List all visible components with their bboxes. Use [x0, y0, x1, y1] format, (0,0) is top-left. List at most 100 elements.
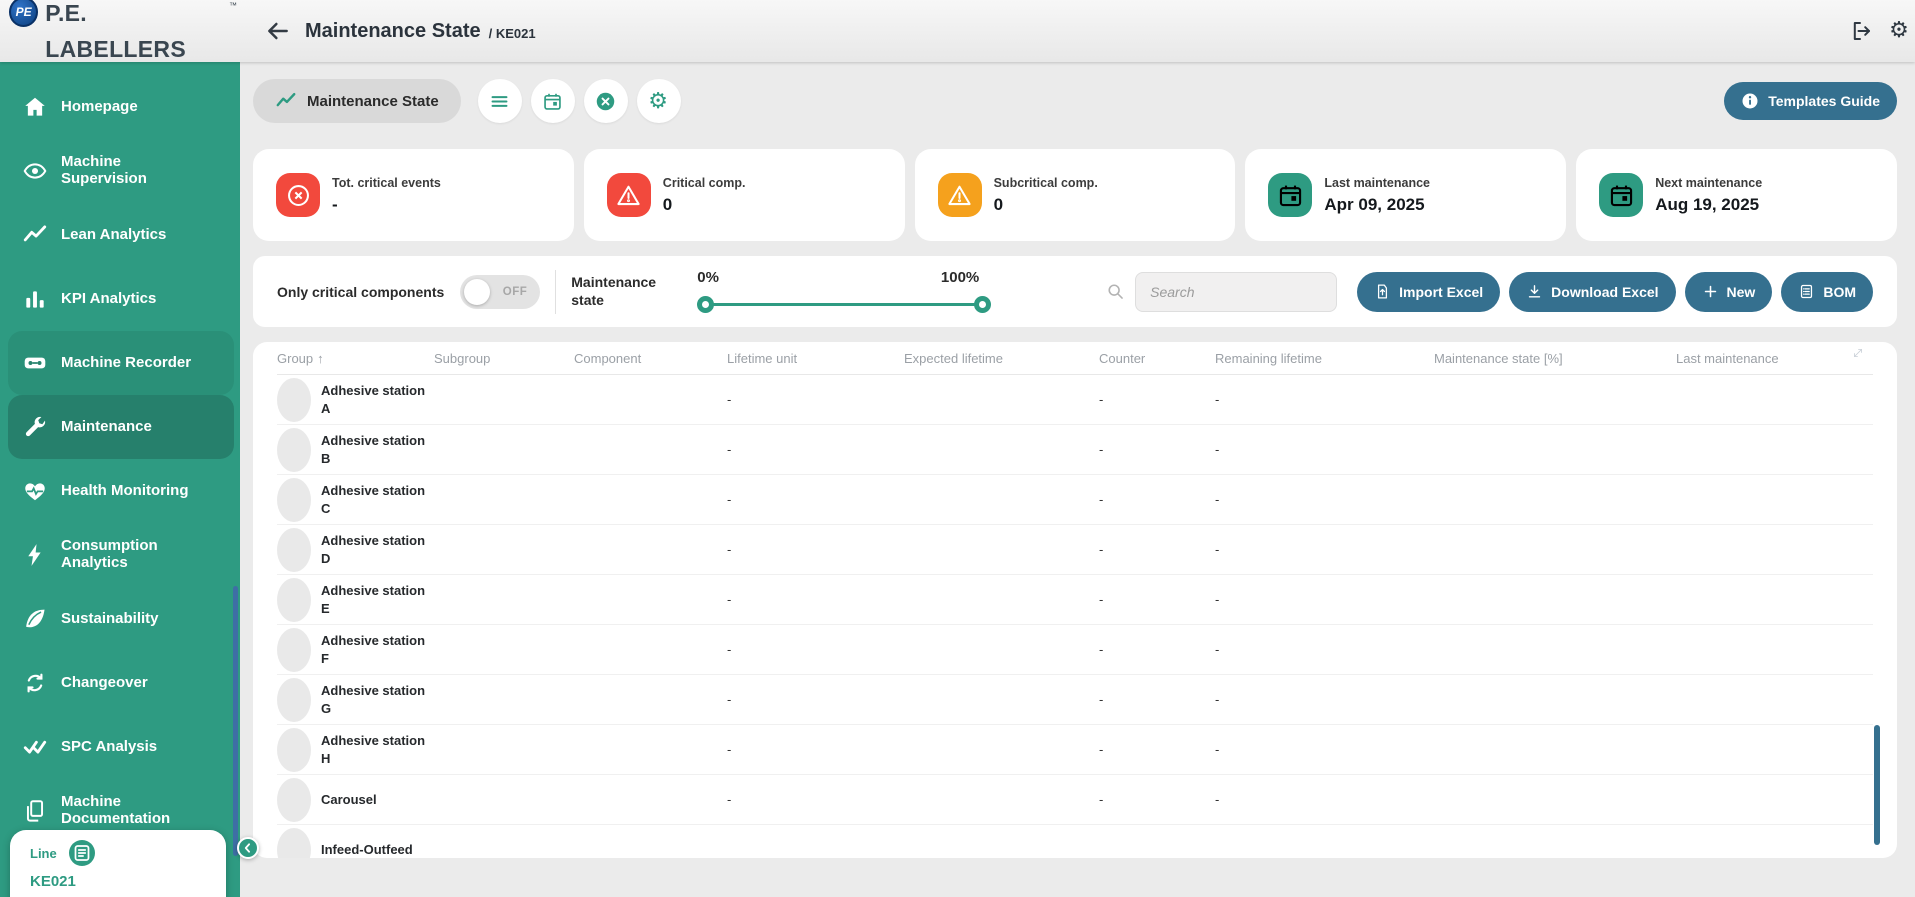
sidebar-item-consumption-analytics[interactable]: Consumption Analytics: [8, 523, 234, 587]
close-circle-icon-button[interactable]: [584, 79, 628, 123]
tab-label: Maintenance State: [307, 93, 439, 110]
tab-maintenance-state[interactable]: Maintenance State: [253, 79, 461, 123]
gear-icon[interactable]: ⚙: [1887, 19, 1911, 43]
cell-counter: -: [1099, 792, 1215, 807]
critical-toggle[interactable]: OFF: [460, 275, 540, 309]
chevron-down-icon[interactable]: [277, 628, 311, 672]
menu-icon-button[interactable]: [478, 79, 522, 123]
sidebar-item-homepage[interactable]: Homepage: [8, 75, 234, 139]
chevron-down-icon[interactable]: [277, 828, 311, 859]
slider-handle-max[interactable]: [974, 296, 991, 313]
sidebar-item-spc-analysis[interactable]: SPC Analysis: [8, 715, 234, 779]
table-row-infeed-outfeed[interactable]: Infeed-Outfeed: [277, 825, 1873, 858]
table-row-adhesive-station-a[interactable]: Adhesive station A - - -: [277, 375, 1873, 425]
table-row-carousel[interactable]: Carousel - - -: [277, 775, 1873, 825]
templates-guide-button[interactable]: Templates Guide: [1724, 82, 1897, 120]
table-row-adhesive-station-e[interactable]: Adhesive station E - - -: [277, 575, 1873, 625]
chevron-down-icon[interactable]: [277, 428, 311, 472]
sidebar-item-machine-recorder[interactable]: Machine Recorder: [8, 331, 234, 395]
sidebar-nav: Homepage Machine Supervision Lean Analyt…: [0, 75, 240, 843]
sidebar-collapse-button[interactable]: [237, 837, 259, 859]
sidebar-scrollbar[interactable]: [233, 586, 238, 856]
slider-min-label: 0%: [697, 269, 719, 286]
trend-icon: [275, 90, 297, 112]
column-header-counter[interactable]: Counter: [1099, 351, 1215, 366]
leaf-icon: [22, 606, 48, 632]
critical-filter-label: Only critical components: [277, 284, 444, 300]
slider-label: Maintenance state: [571, 274, 663, 309]
line-value: KE021: [30, 873, 226, 890]
table-scrollbar[interactable]: [1874, 725, 1880, 845]
table-row-adhesive-station-g[interactable]: Adhesive station G - - -: [277, 675, 1873, 725]
logo-text: P.E. LABELLERS: [45, 0, 229, 67]
stat-label: Subcritical comp.: [994, 176, 1098, 190]
stat-card-critical-comp-: Critical comp. 0: [584, 149, 905, 241]
import-excel-button[interactable]: Import Excel: [1357, 272, 1500, 312]
sidebar-item-sustainability[interactable]: Sustainability: [8, 587, 234, 651]
sidebar-item-changeover[interactable]: Changeover: [8, 651, 234, 715]
sidebar-item-machine-supervision[interactable]: Machine Supervision: [8, 139, 234, 203]
column-header-subgroup[interactable]: Subgroup: [434, 351, 574, 366]
column-header-last-maintenance[interactable]: Last maintenance: [1676, 351, 1873, 366]
chevron-down-icon[interactable]: [277, 528, 311, 572]
calendar-icon-button[interactable]: [531, 79, 575, 123]
group-name: Adhesive station C: [321, 482, 431, 517]
resize-corner-icon[interactable]: [1852, 347, 1864, 359]
search-input[interactable]: [1135, 272, 1337, 312]
cell-remaining-lifetime: -: [1215, 542, 1434, 557]
table-row-adhesive-station-f[interactable]: Adhesive station F - - -: [277, 625, 1873, 675]
cell-counter: -: [1099, 742, 1215, 757]
cell-counter: -: [1099, 642, 1215, 657]
top-bar: PE P.E. LABELLERS ™ Maintenance State / …: [0, 0, 1915, 62]
recorder-icon: [22, 350, 48, 376]
back-arrow-icon[interactable]: [265, 18, 291, 44]
cell-remaining-lifetime: -: [1215, 742, 1434, 757]
group-name: Infeed-Outfeed: [321, 841, 431, 858]
bom-button[interactable]: BOM: [1781, 272, 1873, 312]
table-row-adhesive-station-b[interactable]: Adhesive station B - - -: [277, 425, 1873, 475]
sidebar-item-lean-analytics[interactable]: Lean Analytics: [8, 203, 234, 267]
column-header-expected-lifetime[interactable]: Expected lifetime: [904, 351, 1099, 366]
sidebar-item-health-monitoring[interactable]: Health Monitoring: [8, 459, 234, 523]
column-header-remaining-lifetime[interactable]: Remaining lifetime: [1215, 351, 1434, 366]
slider-handle-min[interactable]: [697, 296, 714, 313]
logout-icon[interactable]: [1850, 19, 1874, 43]
column-header-lifetime-unit[interactable]: Lifetime unit: [727, 351, 904, 366]
line-selector-card[interactable]: Line KE021: [10, 830, 226, 897]
column-header-maintenance-state-[interactable]: Maintenance state [%]: [1434, 351, 1676, 366]
new-button[interactable]: New: [1685, 272, 1773, 312]
group-name: Carousel: [321, 791, 431, 809]
eye-icon: [22, 158, 48, 184]
download-excel-button[interactable]: Download Excel: [1509, 272, 1675, 312]
sidebar-item-maintenance[interactable]: Maintenance: [8, 395, 234, 459]
sidebar-item-label: Homepage: [61, 99, 201, 116]
cell-counter: -: [1099, 492, 1215, 507]
table-row-adhesive-station-d[interactable]: Adhesive station D - - -: [277, 525, 1873, 575]
cell-lifetime-unit: -: [727, 692, 904, 707]
info-icon: [1741, 92, 1759, 110]
table-row-adhesive-station-c[interactable]: Adhesive station C - - -: [277, 475, 1873, 525]
chevron-down-icon[interactable]: [277, 778, 311, 822]
documents-icon: [22, 798, 48, 824]
chevron-down-icon[interactable]: [277, 578, 311, 622]
line-label: Line: [30, 846, 57, 861]
chevron-down-icon[interactable]: [277, 728, 311, 772]
chevron-down-icon[interactable]: [277, 378, 311, 422]
cell-lifetime-unit: -: [727, 792, 904, 807]
table-row-adhesive-station-h[interactable]: Adhesive station H - - -: [277, 725, 1873, 775]
topbar-actions: ⚙: [1850, 19, 1915, 43]
sidebar-item-kpi-analytics[interactable]: KPI Analytics: [8, 267, 234, 331]
chevron-down-icon[interactable]: [277, 678, 311, 722]
table-header-row: Group↑SubgroupComponentLifetime unitExpe…: [277, 342, 1873, 375]
chevron-down-icon[interactable]: [277, 478, 311, 522]
stat-value: -: [332, 195, 441, 215]
stat-card-subcritical-comp-: Subcritical comp. 0: [915, 149, 1236, 241]
button-label: New: [1727, 284, 1756, 300]
column-header-group[interactable]: Group↑: [277, 351, 434, 366]
logo-badge-icon: PE: [9, 0, 38, 27]
gear-icon-button[interactable]: ⚙: [637, 79, 681, 123]
sidebar: Homepage Machine Supervision Lean Analyt…: [0, 62, 240, 897]
stat-card-next-maintenance: Next maintenance Aug 19, 2025: [1576, 149, 1897, 241]
sidebar-item-label: Machine Documentation: [61, 794, 201, 828]
column-header-component[interactable]: Component: [574, 351, 727, 366]
